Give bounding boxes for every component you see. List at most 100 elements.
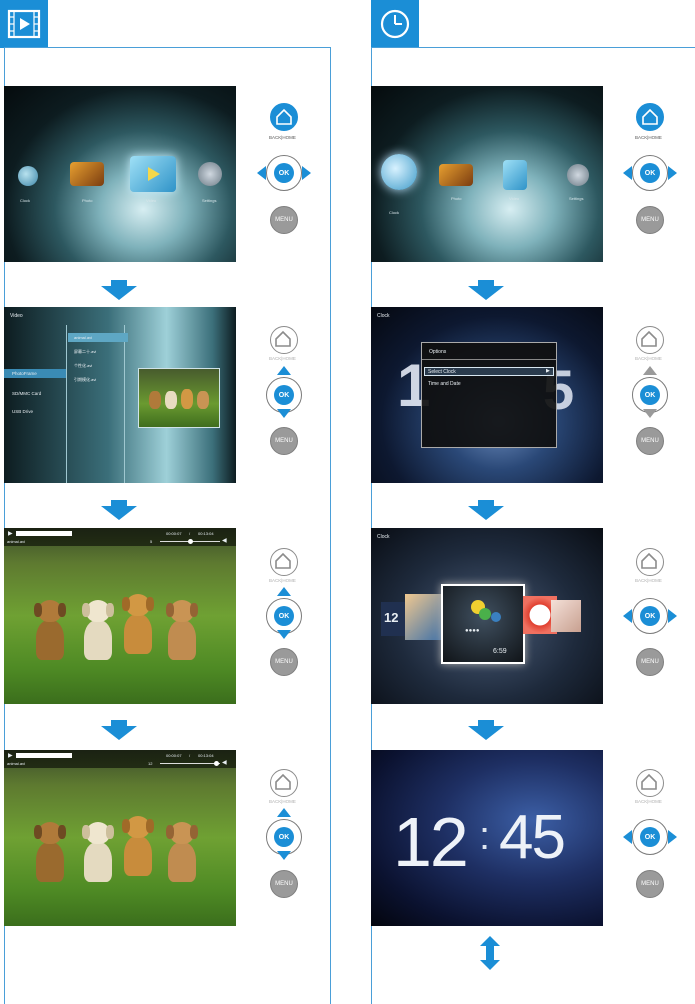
- arrow-down-icon: [101, 720, 137, 740]
- menu-button[interactable]: MENU: [270, 427, 298, 455]
- clock-separator: :: [479, 814, 491, 858]
- down-arrow-icon[interactable]: [277, 851, 291, 860]
- time-separator: /: [189, 531, 191, 536]
- backhome-label: BACK|HOME: [269, 356, 296, 361]
- ok-button[interactable]: OK: [274, 385, 294, 405]
- ok-button[interactable]: OK: [640, 606, 660, 626]
- home-button[interactable]: [636, 769, 664, 797]
- video-menu-icon: [503, 160, 527, 190]
- backhome-label: BACK|HOME: [269, 578, 296, 583]
- puppy: [122, 594, 154, 654]
- down-arrow-icon[interactable]: [643, 409, 657, 418]
- ok-button[interactable]: OK: [640, 163, 660, 183]
- volume-knob[interactable]: [188, 539, 193, 544]
- volume-value: 5: [150, 539, 153, 544]
- clock-thumb-digits: 12: [384, 610, 399, 625]
- source-item[interactable]: USB Drive: [12, 409, 33, 414]
- ok-button[interactable]: OK: [274, 606, 294, 626]
- play-icon[interactable]: ▶: [8, 530, 13, 537]
- home-icon: [275, 773, 291, 790]
- menu-button[interactable]: MENU: [636, 206, 664, 234]
- home-button[interactable]: [636, 326, 664, 354]
- clock-thumb-selected[interactable]: ●●●● 6:59: [441, 584, 525, 664]
- home-button[interactable]: [270, 548, 298, 576]
- time-elapsed: 00:00:07: [166, 531, 182, 536]
- clock-thumb[interactable]: [405, 594, 445, 640]
- menu-label-settings: Settings: [569, 196, 584, 201]
- right-arrow-icon[interactable]: [302, 166, 311, 180]
- chevron-right-icon: ▶: [546, 368, 550, 374]
- left-arrow-icon[interactable]: [257, 166, 266, 180]
- photo-menu-icon: [439, 164, 473, 186]
- clock-thumb[interactable]: [551, 600, 581, 632]
- option-item[interactable]: Time and Date: [428, 381, 461, 387]
- ok-button[interactable]: OK: [274, 163, 294, 183]
- ok-button[interactable]: OK: [640, 385, 660, 405]
- home-button[interactable]: [636, 548, 664, 576]
- volume-knob[interactable]: [214, 761, 219, 766]
- arrow-down-icon: [101, 280, 137, 300]
- ok-button[interactable]: OK: [640, 827, 660, 847]
- menu-button[interactable]: MENU: [270, 648, 298, 676]
- home-button[interactable]: [636, 103, 664, 131]
- speaker-icon[interactable]: ◀: [222, 537, 227, 544]
- file-item[interactable]: 个性化.avi: [74, 363, 92, 369]
- menu-button[interactable]: MENU: [636, 870, 664, 898]
- backhome-label: BACK|HOME: [635, 578, 662, 583]
- source-item[interactable]: SD/MMC Card: [12, 391, 41, 396]
- up-arrow-icon[interactable]: [643, 366, 657, 375]
- file-item[interactable]: 屏幕二十.avi: [74, 349, 96, 355]
- screen-home-clock: Clock Photo Video Settings: [371, 86, 603, 262]
- video-icon: [7, 9, 41, 39]
- arrow-down-icon: [468, 500, 504, 520]
- menu-button[interactable]: MENU: [270, 870, 298, 898]
- option-item[interactable]: Select Clock: [428, 369, 456, 375]
- home-icon: [641, 330, 657, 347]
- home-button[interactable]: [270, 103, 298, 131]
- left-arrow-icon[interactable]: [623, 609, 632, 623]
- time-separator: /: [189, 753, 191, 758]
- speaker-icon[interactable]: ◀: [222, 759, 227, 766]
- backhome-label: BACK|HOME: [269, 799, 296, 804]
- volume-track[interactable]: [160, 763, 220, 764]
- player-filename: animal.avi: [7, 761, 26, 766]
- options-panel: Options Select Clock ▶ Time and Date: [421, 342, 557, 448]
- backhome-label: BACK|HOME: [635, 799, 662, 804]
- play-icon[interactable]: ▶: [8, 752, 13, 759]
- home-icon: [641, 773, 657, 790]
- arrow-down-icon: [468, 280, 504, 300]
- file-item[interactable]: 引期模化.avi: [74, 377, 96, 383]
- down-arrow-icon[interactable]: [277, 630, 291, 639]
- video-section-icon: [0, 0, 48, 48]
- up-arrow-icon[interactable]: [277, 808, 291, 817]
- menu-button[interactable]: MENU: [636, 427, 664, 455]
- up-arrow-icon[interactable]: [277, 587, 291, 596]
- screen-video-playback-2: ▶ animal.avi 00:00:07 / 00:13:04 12 ◀: [4, 750, 236, 926]
- right-arrow-icon[interactable]: [668, 166, 677, 180]
- player-filename: animal.avi: [7, 539, 26, 544]
- file-item[interactable]: animal.avi: [74, 335, 92, 340]
- menu-label-clock: Clock: [20, 198, 31, 203]
- menu-button[interactable]: MENU: [636, 648, 664, 676]
- home-button[interactable]: [270, 326, 298, 354]
- home-button[interactable]: [270, 769, 298, 797]
- left-arrow-icon[interactable]: [623, 166, 632, 180]
- clock-menu-icon: [381, 154, 417, 190]
- right-arrow-icon[interactable]: [668, 609, 677, 623]
- screen-clock-options: Clock 1 5 Options Select Clock ▶ Time an…: [371, 307, 603, 483]
- clock-menu-icon: [18, 166, 38, 186]
- home-icon: [275, 330, 291, 347]
- up-arrow-icon[interactable]: [277, 366, 291, 375]
- down-arrow-icon[interactable]: [277, 409, 291, 418]
- source-item[interactable]: PhotoFrame: [12, 371, 37, 376]
- left-arrow-icon[interactable]: [623, 830, 632, 844]
- clock-icon: [380, 9, 410, 39]
- ok-button[interactable]: OK: [274, 827, 294, 847]
- time-elapsed: 00:00:07: [166, 753, 182, 758]
- menu-label-video: Video: [146, 198, 157, 203]
- right-arrow-icon[interactable]: [668, 830, 677, 844]
- menu-button[interactable]: MENU: [270, 206, 298, 234]
- backhome-label: BACK|HOME: [635, 356, 662, 361]
- clock-screen-title: Clock: [377, 313, 390, 319]
- time-total: 00:13:04: [198, 753, 214, 758]
